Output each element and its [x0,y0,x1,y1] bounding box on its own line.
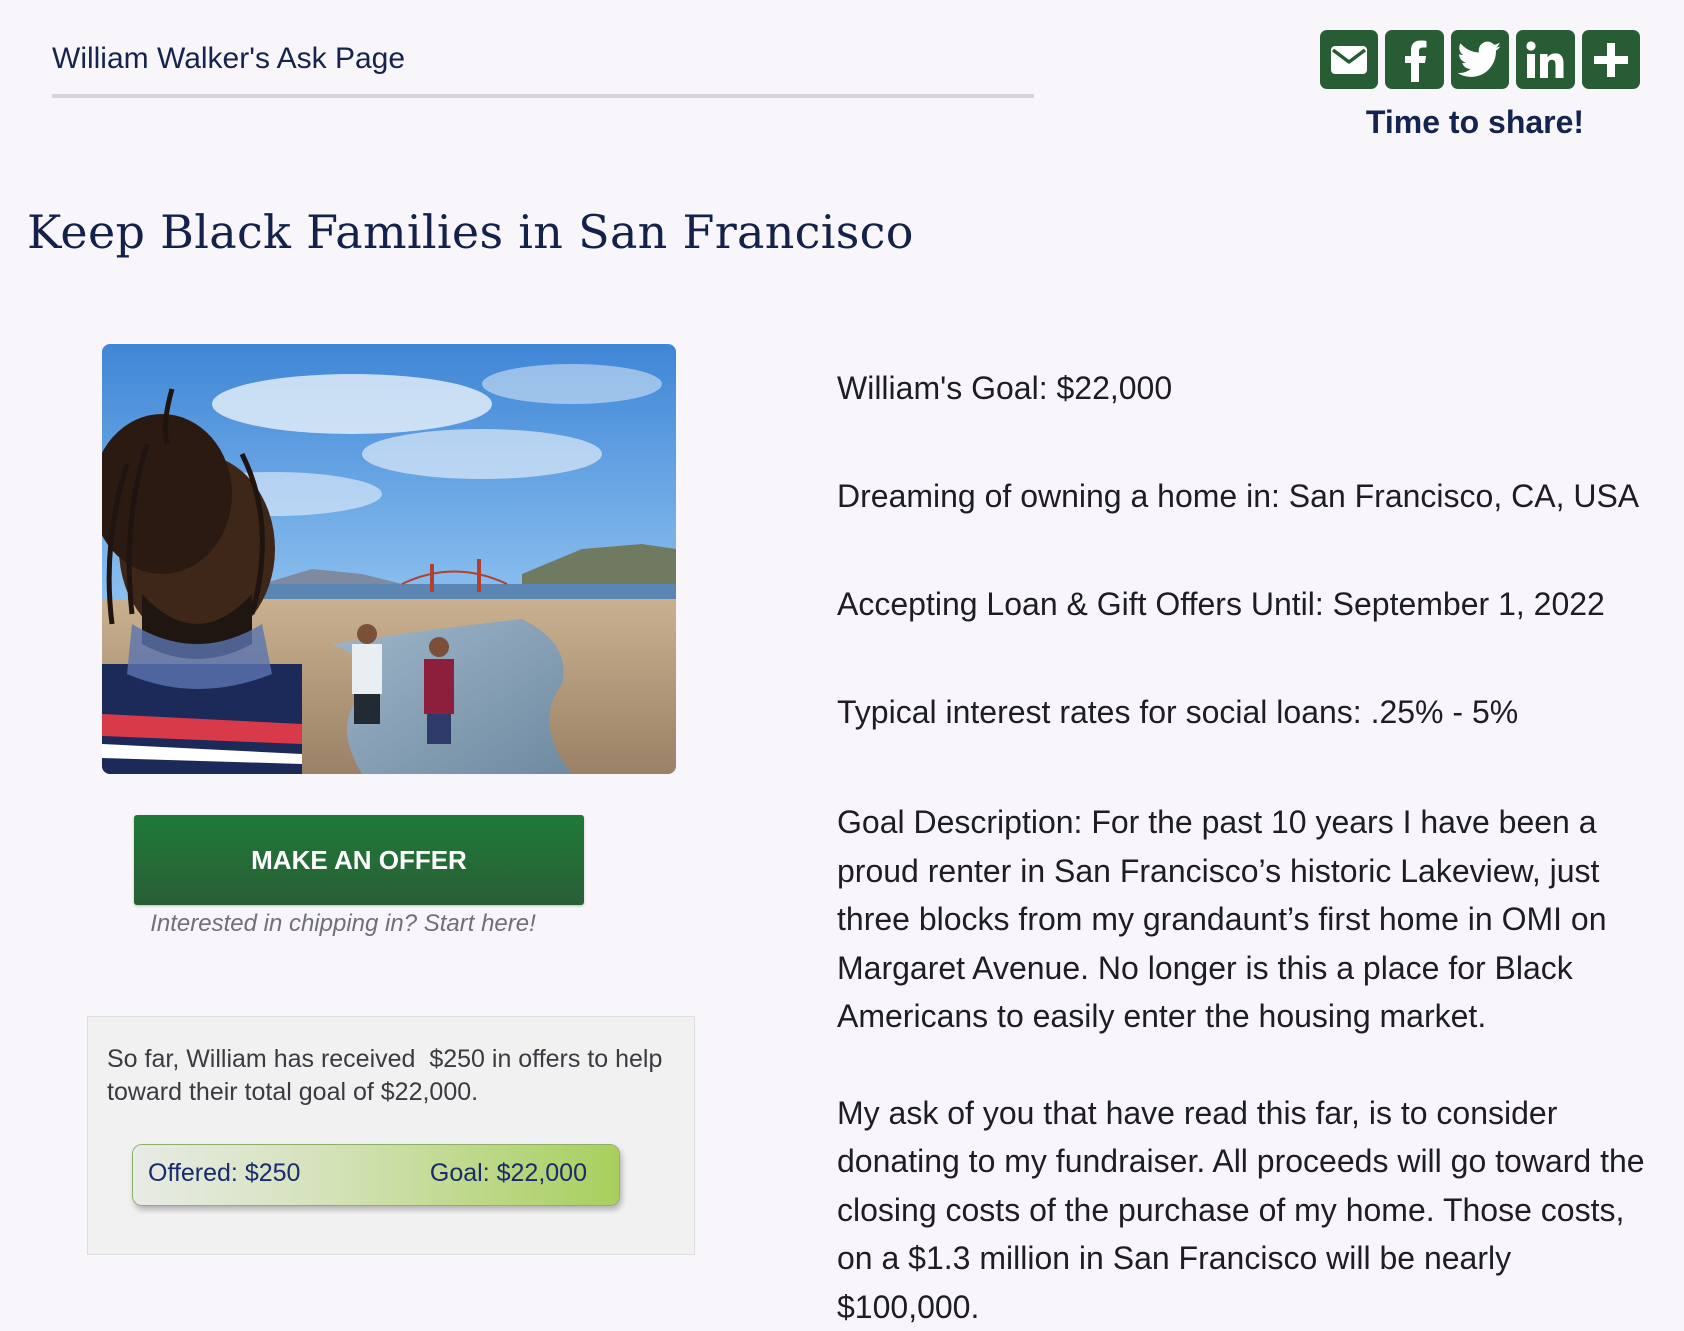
progress-panel: So far, William has received $250 in off… [87,1016,695,1255]
profile-photo [102,344,676,774]
make-offer-button[interactable]: MAKE AN OFFER [134,815,584,905]
offered-label: Offered: $250 [148,1159,300,1188]
linkedin-icon [1525,40,1565,80]
share-email-button[interactable] [1320,30,1378,89]
progress-bar: Offered: $250 Goal: $22,000 [132,1144,620,1206]
mail-icon [1330,45,1368,75]
beach-photo-illustration [102,344,676,774]
share-twitter-button[interactable] [1451,30,1509,89]
share-more-button[interactable] [1582,30,1640,89]
twitter-icon [1458,41,1502,79]
breadcrumb-text: William Walker's Ask Page [52,42,405,75]
interest-rates: Typical interest rates for social loans:… [837,688,1657,736]
goal-label: Goal: $22,000 [430,1159,587,1188]
breadcrumb: William Walker's Ask Page [52,42,1034,98]
share-facebook-button[interactable] [1385,30,1443,89]
goal-amount: William's Goal: $22,000 [837,364,1657,412]
page-title: Keep Black Families in San Francisco [27,205,914,259]
share-caption: Time to share! [1320,104,1630,141]
facebook-icon [1402,38,1428,82]
plus-icon [1592,41,1630,79]
offer-hint: Interested in chipping in? Start here! [134,910,552,938]
offer-deadline: Accepting Loan & Gift Offers Until: Sept… [837,580,1657,628]
share-bar [1320,30,1640,89]
share-linkedin-button[interactable] [1516,30,1574,89]
goal-description: Goal Description: For the past 10 years … [837,798,1657,1331]
description-paragraph-1: Goal Description: For the past 10 years … [837,798,1657,1041]
description-paragraph-2: My ask of you that have read this far, i… [837,1089,1657,1331]
progress-summary: So far, William has received $250 in off… [107,1043,677,1109]
goal-details: William's Goal: $22,000 Dreaming of owni… [837,364,1657,736]
home-location: Dreaming of owning a home in: San Franci… [837,472,1657,520]
